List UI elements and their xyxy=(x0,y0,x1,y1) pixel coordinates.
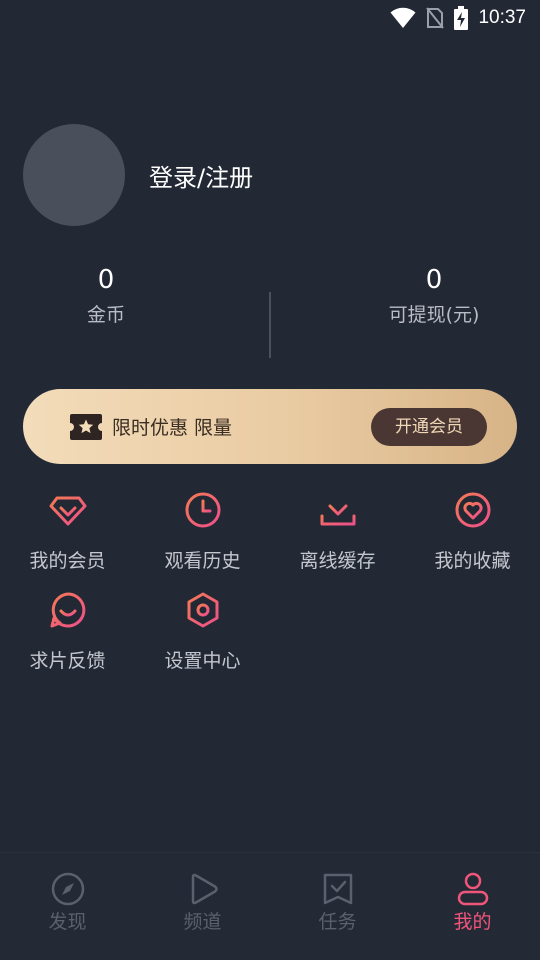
open-vip-button[interactable]: 开通会员 xyxy=(371,408,487,446)
menu-item-feedback[interactable]: 求片反馈 xyxy=(0,590,135,673)
feedback-icon xyxy=(50,592,85,628)
task-icon xyxy=(323,873,352,905)
cash-value: 0 xyxy=(425,265,443,295)
download-icon xyxy=(320,492,355,526)
profile-header[interactable]: 登录/注册 xyxy=(23,124,253,226)
tab-label: 我的 xyxy=(453,911,492,933)
status-bar: 10:37 xyxy=(0,0,540,36)
diamond-icon xyxy=(49,496,86,526)
tab-label: 频道 xyxy=(183,911,222,933)
compass-icon xyxy=(51,872,84,906)
vip-ticket-icon xyxy=(70,413,102,440)
wifi-icon xyxy=(390,7,416,29)
battery-charging-icon xyxy=(454,6,469,30)
stats-panel: 0 金币 0 可提现(元) xyxy=(0,262,540,362)
menu-item-label: 设置中心 xyxy=(164,650,241,672)
tab-channel[interactable]: 频道 xyxy=(135,871,270,934)
menu-item-label: 我的收藏 xyxy=(434,550,511,572)
menu-item-label: 离线缓存 xyxy=(299,550,376,572)
settings-icon xyxy=(187,592,218,628)
vip-promo-text: 限时优惠 限量 xyxy=(112,417,233,439)
tab-discover[interactable]: 发现 xyxy=(0,871,135,934)
user-icon xyxy=(457,872,488,906)
avatar[interactable] xyxy=(23,124,125,226)
menu-item-settings[interactable]: 设置中心 xyxy=(135,590,270,673)
menu-item-label: 我的会员 xyxy=(29,550,106,572)
heart-icon xyxy=(455,492,490,528)
menu-item-membership[interactable]: 我的会员 xyxy=(0,490,135,573)
coins-stat[interactable]: 0 金币 xyxy=(6,262,206,327)
menu-item-favorites[interactable]: 我的收藏 xyxy=(405,490,540,573)
clock-icon xyxy=(185,492,220,528)
bottom-tab-bar: 发现 频道 任务 我的 xyxy=(0,852,540,960)
cash-label: 可提现(元) xyxy=(388,304,480,326)
no-sim-icon xyxy=(426,7,445,29)
play-icon xyxy=(191,873,218,905)
vip-promo-banner[interactable]: 限时优惠 限量 开通会员 xyxy=(23,389,517,464)
menu-item-label: 观看历史 xyxy=(164,550,241,572)
tab-mine[interactable]: 我的 xyxy=(405,871,540,934)
login-register-link[interactable]: 登录/注册 xyxy=(149,158,253,193)
tab-label: 发现 xyxy=(48,911,87,933)
coins-label: 金币 xyxy=(86,304,125,326)
tab-tasks[interactable]: 任务 xyxy=(270,871,405,934)
coins-value: 0 xyxy=(97,265,115,295)
stats-divider xyxy=(269,292,271,358)
cash-stat[interactable]: 0 可提现(元) xyxy=(334,262,534,327)
tab-label: 任务 xyxy=(318,911,357,933)
menu-item-offline-cache[interactable]: 离线缓存 xyxy=(270,490,405,573)
status-time: 10:37 xyxy=(478,7,526,28)
menu-item-label: 求片反馈 xyxy=(29,650,106,672)
menu-item-history[interactable]: 观看历史 xyxy=(135,490,270,573)
